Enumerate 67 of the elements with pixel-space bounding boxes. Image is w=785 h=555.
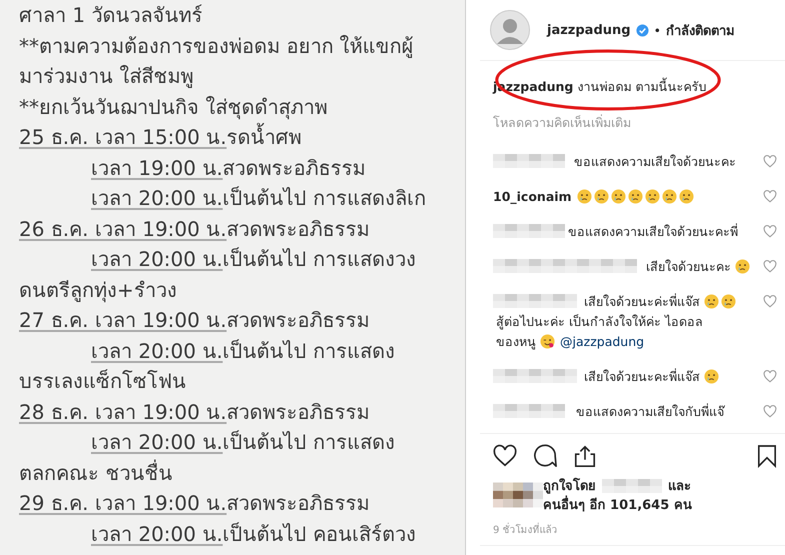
note-text: **ยกเว้นวันฌาปนกิจ ใส่ชุดดำสุภาพ [19,94,328,118]
comment-username[interactable]: 10_iconaim [493,189,572,204]
liked-by-text: ถูกใจโดย [543,476,596,496]
note-date-text: 26 ธ.ค. เวลา 19:00 น. [19,216,227,240]
note-time-text: เวลา 19:00 น. [91,156,223,180]
avatar-icon[interactable] [490,10,530,50]
crying-emoji-icon [610,189,626,204]
comment-text: สู้ต่อไปนะค่ะ เป็นกำลังใจให้ค่ะ ไอดอล [496,314,703,329]
comment-text: ของหนู [496,334,536,349]
note-time-text: เวลา 20:00 น. [91,430,223,454]
comment-text: ขอแสดงความเสียใจกับพี่แจ๊ [576,404,724,419]
comment-bubble-icon[interactable] [533,444,557,468]
note-text: ดนตรีลูกทุ่ง+รำวง [19,278,177,302]
crying-emoji-icon [704,369,719,384]
username-link[interactable]: jazzpadung [547,22,631,38]
note-time-text: เวลา 20:00 น. [91,247,223,271]
note-text: บรรเลงแซ็กโซโฟน [19,369,186,393]
comment-text: เสียใจด้วยนะคะพี่แจ๊ส [584,369,700,384]
likes-count-link[interactable]: คนอื่นๆ อีก 101,645 คน [543,494,692,515]
comment-text: ขอแสดงความเสียใจด้วยนะคะ [574,154,736,169]
note-text: ศาลา 1 วัดนวลจันทร์ [19,3,202,27]
crying-emoji-icon [628,189,643,204]
like-heart-icon[interactable] [493,444,517,468]
winking-emoji-icon [540,334,555,349]
note-text: สวดพระอภิธรรม [226,491,370,515]
note-date-text: 28 ธ.ค. เวลา 19:00 น. [19,400,227,424]
separator-dot: • [654,22,661,38]
and-text: และ [668,478,691,496]
crying-emoji-icon [662,189,677,204]
note-text: เป็นต้นไป การแสดงวง [222,247,416,271]
crying-emoji-icon [594,189,609,204]
comment-text: เสียใจด้วยนะคะ [646,259,731,274]
pixelated-username [602,478,662,492]
note-date-text: 25 ธ.ค. เวลา 15:00 น. [19,125,227,149]
note-text: มาร่วมงาน ใส่สีชมพู [19,64,194,88]
note-text: สวดพระอภิธรรม [226,308,370,332]
crying-emoji-icon [644,189,660,204]
bookmark-icon[interactable] [757,444,777,468]
post-time: 9 ชั่วโมงที่แล้ว [480,514,785,546]
note-text: **ตามความต้องการของพ่อดม อยาก ให้แขกผู้ [19,34,414,58]
crying-emoji-icon [678,189,694,204]
note-text: สวดพระอภิธรรม [226,400,370,424]
note-text: ตลกคณะ ชวนชื่น [19,460,172,484]
crying-emoji-icon [735,259,750,274]
caption-text: งานพ่อดม ตามนี้นะครับ [577,79,706,94]
share-icon[interactable] [573,444,597,468]
crying-emoji-icon [576,189,592,204]
mention-link[interactable]: @jazzpadung [560,334,644,349]
note-text: เป็นต้นไป คอนเสิร์ตวง [222,522,416,546]
note-text: เป็นต้นไป การแสดง [222,430,396,454]
note-text: สวดพระอภิธรรม [226,216,370,240]
pixelated-username [493,224,565,238]
pixelated-avatar [493,481,543,509]
note-date-text: 29 ธ.ค. เวลา 19:00 น. [19,491,227,515]
comment-text: เสียใจด้วยนะค่ะพี่แจ๊ส [584,294,700,309]
note-text: เป็นต้นไป การแสดงลิเก [222,186,426,210]
following-button[interactable]: กำลังติดตาม [666,20,735,40]
note-text: เป็นต้นไป การแสดง [222,338,396,362]
comment-text: ขอแสดงความเสียใจด้วยนะคะพี่ [568,224,738,239]
note-time-text: เวลา 20:00 น. [91,186,223,210]
note-time-text: เวลา 20:00 น. [91,338,223,362]
crying-emoji-icon [704,294,719,309]
note-text: สวดพระอภิธรรม [222,156,366,180]
note-date-text: 27 ธ.ค. เวลา 19:00 น. [19,308,227,332]
crying-emoji-icon [721,294,736,309]
note-time-text: เวลา 20:00 น. [91,522,223,546]
note-text: รดน้ำศพ [226,125,302,149]
